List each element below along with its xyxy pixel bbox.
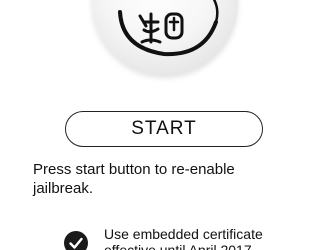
option-label-line-2: effective until April 2017	[104, 242, 252, 250]
instruction-line-1: Press start button to re-enable	[33, 161, 235, 178]
instruction-text: Press start button to re-enable jailbrea…	[33, 160, 303, 198]
start-button[interactable]: START	[65, 111, 263, 147]
embedded-certificate-option[interactable]: Use embedded certificate effective until…	[64, 226, 330, 250]
seal-logo-icon	[118, 0, 219, 57]
checkmark-icon	[69, 237, 83, 249]
checkbox-checked[interactable]	[64, 231, 88, 250]
app-screen: START Press start button to re-enable ja…	[0, 0, 330, 250]
option-label-line-1: Use embedded certificate	[104, 226, 263, 242]
app-logo	[92, 0, 238, 76]
instruction-line-2: jailbreak.	[33, 180, 94, 197]
